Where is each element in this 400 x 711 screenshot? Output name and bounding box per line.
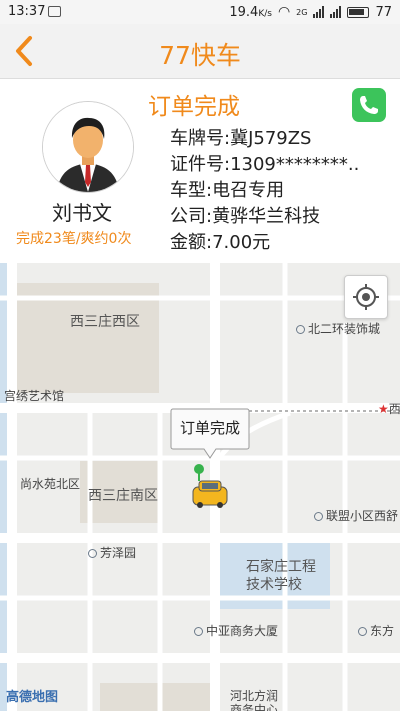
network-type: 2G bbox=[296, 7, 308, 17]
app-header: 77快车 bbox=[0, 24, 400, 79]
poi-icon bbox=[88, 549, 97, 558]
driver-stats: 完成23笔/爽约0次 bbox=[16, 231, 132, 247]
map-logo: 高德地图 bbox=[6, 690, 59, 705]
phone-icon bbox=[360, 96, 378, 114]
poi-icon bbox=[314, 512, 323, 521]
car-type: 车型:电召专用 bbox=[170, 180, 285, 201]
poi-icon bbox=[194, 627, 203, 636]
map-view[interactable]: 西三庄西区 北二环装饰城 宫绣艺术馆 ★西 尚水苑北区 西三庄南区 联盟小区西舒… bbox=[0, 263, 400, 711]
call-driver-button[interactable] bbox=[352, 88, 386, 122]
fare-amount: 金额:7.00元 bbox=[170, 232, 271, 253]
taxi-icon bbox=[192, 480, 228, 508]
crosshair-icon bbox=[353, 284, 379, 310]
driver-avatar-icon bbox=[43, 102, 133, 192]
map-label-xi: ★西 bbox=[378, 402, 400, 416]
driver-name: 刘书文 bbox=[52, 201, 112, 225]
map-label-zhongya: 中亚商务大厦 bbox=[194, 622, 278, 639]
locate-button[interactable] bbox=[344, 275, 388, 319]
map-label-lianmeng: 联盟小区西舒 bbox=[314, 507, 398, 524]
map-label-dongfang: 东方 bbox=[358, 622, 394, 639]
order-callout: 订单完成 bbox=[170, 408, 250, 462]
image-notification-icon bbox=[48, 6, 61, 17]
map-label-gongyi: 宫绣艺术馆 bbox=[4, 389, 65, 403]
company: 公司:黄骅华兰科技 bbox=[170, 206, 321, 227]
map-block bbox=[100, 683, 210, 711]
order-status: 订单完成 bbox=[148, 94, 240, 120]
order-card: 订单完成 刘书文 完成23笔/爽约0次 车牌号:冀J579ZS 证件号:1309… bbox=[0, 79, 400, 263]
status-right: 19.4K/s ◠ 2G 77 bbox=[229, 4, 392, 20]
map-label-school-2: 技术学校 bbox=[246, 577, 302, 593]
status-bar: 13:37 19.4K/s ◠ 2G 77 bbox=[0, 0, 400, 24]
map-label-fangze: 芳泽园 bbox=[88, 544, 136, 561]
license-number: 证件号:1309********.. bbox=[170, 154, 360, 175]
poi-icon bbox=[358, 627, 367, 636]
signal-icon-2 bbox=[330, 6, 342, 18]
wifi-icon: ◠ bbox=[277, 4, 291, 20]
callout-text: 订单完成 bbox=[179, 419, 240, 437]
battery-icon bbox=[347, 6, 370, 18]
status-time: 13:37 bbox=[8, 4, 46, 19]
driver-avatar bbox=[42, 101, 134, 193]
network-speed: 19.4K/s bbox=[229, 4, 272, 20]
map-label-xisanzhuang-south: 西三庄南区 bbox=[88, 488, 158, 504]
map-label-beierhuan: 北二环装饰城 bbox=[296, 320, 380, 337]
page-title: 77快车 bbox=[159, 41, 241, 70]
map-label-hebei-2: 商务中心 bbox=[230, 703, 279, 711]
map-label-shangshuiyuan: 尚水苑北区 bbox=[20, 477, 81, 491]
map-river bbox=[0, 263, 8, 711]
map-label-school-1: 石家庄工程 bbox=[246, 559, 316, 575]
plate-number: 车牌号:冀J579ZS bbox=[170, 128, 312, 149]
map-label-xisanzhuang-west: 西三庄西区 bbox=[70, 314, 140, 330]
poi-icon bbox=[296, 325, 305, 334]
signal-icon bbox=[313, 6, 325, 18]
battery-level: 77 bbox=[375, 4, 392, 20]
